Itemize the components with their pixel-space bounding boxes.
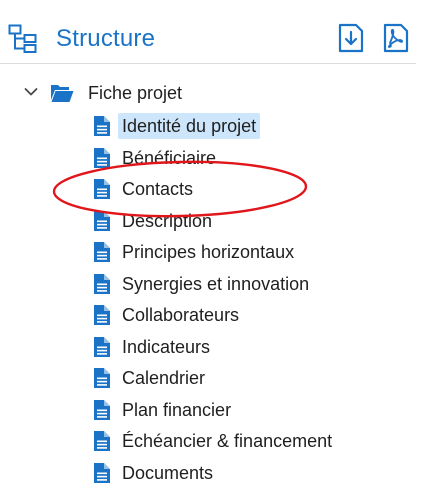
tree-item-label: Collaborateurs <box>122 305 240 325</box>
document-icon <box>94 462 110 483</box>
document-icon <box>94 273 110 294</box>
document-icon <box>94 305 110 325</box>
document-icon <box>94 147 110 168</box>
tree-item-documents[interactable]: Documents <box>0 457 432 489</box>
structure-panel: Structure Fiche projet Identité du proje… <box>0 0 432 493</box>
tree-item-indicateurs[interactable]: Indicateurs <box>0 331 432 363</box>
tree-item-identite-du-projet[interactable]: Identité du projet <box>0 110 432 142</box>
tree-node-label: Fiche projet <box>88 83 183 103</box>
document-icon <box>94 336 110 357</box>
header-divider <box>0 63 416 64</box>
export-pdf-icon <box>383 23 409 53</box>
tree-item-label: Description <box>122 210 213 231</box>
document-icon <box>94 179 110 199</box>
tree-item-label: Principes horizontaux <box>122 242 295 262</box>
tree-item-calendrier[interactable]: Calendrier <box>0 362 432 394</box>
tree-item-collaborateurs[interactable]: Collaborateurs <box>0 299 432 331</box>
tree-item-description[interactable]: Description <box>0 205 432 237</box>
export-document-button[interactable] <box>336 22 366 54</box>
document-icon <box>94 116 110 136</box>
tree-item-label: Documents <box>122 462 214 483</box>
tree-item-label: Indicateurs <box>122 336 211 357</box>
tree-item-beneficiaire[interactable]: Bénéficiaire <box>0 142 432 174</box>
document-icon <box>94 242 110 262</box>
tree-item-echeancier-et-financement[interactable]: Échéancier & financement <box>0 425 432 457</box>
document-icon <box>94 210 110 231</box>
tree-item-principes-horizontaux[interactable]: Principes horizontaux <box>0 236 432 268</box>
tree-item-label: Identité du projet <box>118 113 261 139</box>
export-pdf-button[interactable] <box>381 22 411 54</box>
tree-structure-icon <box>8 24 37 53</box>
folder-open-icon <box>51 85 74 102</box>
tree-item-label: Bénéficiaire <box>122 147 217 168</box>
tree-item-label: Contacts <box>122 179 194 199</box>
document-icon <box>94 431 110 451</box>
chevron-down-icon[interactable] <box>24 87 38 97</box>
tree-item-contacts[interactable]: Contacts <box>0 173 432 205</box>
tree-item-label: Calendrier <box>122 368 206 388</box>
export-document-icon <box>338 23 364 53</box>
tree-item-label: Plan financier <box>122 399 232 420</box>
tree-children: Identité du projet Bénéficiaire Contacts… <box>0 110 432 488</box>
panel-title: Structure <box>56 25 156 52</box>
tree-item-label: Échéancier & financement <box>122 431 333 451</box>
document-icon <box>94 399 110 420</box>
tree-node-fiche-projet[interactable]: Fiche projet <box>0 78 432 108</box>
panel-header: Structure <box>0 0 432 72</box>
tree-item-synergies-et-innovation[interactable]: Synergies et innovation <box>0 268 432 300</box>
tree-item-label: Synergies et innovation <box>122 273 310 294</box>
document-icon <box>94 368 110 388</box>
tree-item-plan-financier[interactable]: Plan financier <box>0 394 432 426</box>
